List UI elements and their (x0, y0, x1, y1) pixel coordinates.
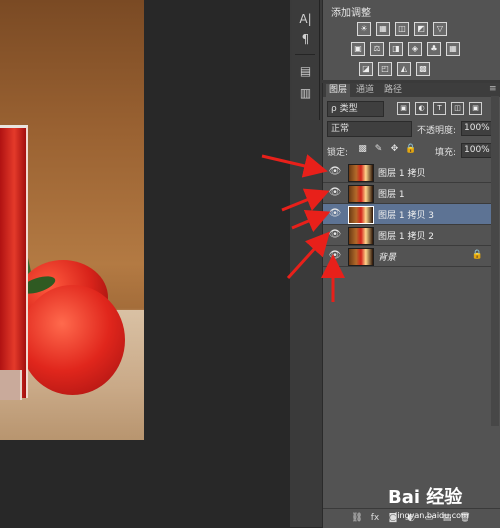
brightness-contrast-icon[interactable]: ☀ (357, 22, 371, 36)
watermark-logo: Bai 经验 (388, 487, 463, 508)
gradient-map-icon[interactable]: ▩ (416, 62, 430, 76)
layer-thumbnail (348, 227, 374, 245)
juice-glass (0, 125, 28, 398)
watermark-url: jingyan.baidu.com (395, 511, 469, 520)
layer-row[interactable]: 👁 图层 1 (323, 183, 493, 204)
eye-icon[interactable]: 👁 (328, 207, 342, 221)
exposure-icon[interactable]: ◩ (414, 22, 428, 36)
vibrance-icon[interactable]: ▽ (433, 22, 447, 36)
threshold-icon[interactable]: ◭ (397, 62, 411, 76)
channel-mixer-icon[interactable]: ♣ (427, 42, 441, 56)
layer-name: 图层 1 拷贝 (378, 169, 426, 179)
shape-filter-icon[interactable]: ◫ (451, 102, 464, 115)
blend-mode-select[interactable]: 正常 (327, 121, 412, 137)
eye-icon[interactable]: 👁 (328, 228, 342, 242)
layers-tab-bar: 图层 通道 路径 ≡ (323, 83, 500, 97)
layer-name: 图层 1 拷贝 3 (378, 211, 435, 221)
tab-channels[interactable]: 通道 (353, 84, 377, 97)
fill-label: 填充: (435, 148, 457, 158)
eye-icon[interactable]: 👁 (328, 186, 342, 200)
notes-panel-icon[interactable]: ▥ (296, 84, 315, 102)
layer-thumbnail (348, 164, 374, 182)
lock-transparent-icon[interactable]: ▩ (357, 144, 368, 155)
layer-row[interactable]: 👁 图层 1 拷贝 (323, 162, 493, 183)
paragraph-panel-icon[interactable]: ¶ (296, 30, 315, 48)
tomato-front (20, 285, 125, 395)
character-panel-icon[interactable]: A| (296, 10, 315, 28)
adjustments-row-2: ▣ ⚖ ◨ ◈ ♣ ▦ (351, 42, 460, 56)
levels-icon[interactable]: ▦ (376, 22, 390, 36)
lock-image-icon[interactable]: ✎ (373, 144, 384, 155)
layer-thumbnail (348, 248, 374, 266)
adjustments-title: 添加调整 (331, 8, 371, 19)
lock-fill-row: 锁定: ▩ ✎ ✥ 🔒 填充: 100% (327, 143, 499, 159)
history-panel-icon[interactable]: ▤ (296, 62, 315, 80)
layer-name: 背景 (378, 253, 397, 263)
color-lookup-icon[interactable]: ▦ (446, 42, 460, 56)
adjustment-filter-icon[interactable]: ◐ (415, 102, 428, 115)
curves-icon[interactable]: ◫ (395, 22, 409, 36)
layers-scrollbar[interactable] (491, 96, 499, 426)
layer-filter-row: ρ 类型 ▣ ◐ T ◫ ▣ (327, 101, 499, 117)
lock-all-icon[interactable]: 🔒 (405, 144, 416, 155)
pixel-filter-icon[interactable]: ▣ (397, 102, 410, 115)
layer-row-selected[interactable]: 👁 图层 1 拷贝 3 (323, 204, 493, 225)
document-canvas[interactable] (0, 0, 290, 527)
tab-paths[interactable]: 路径 (381, 84, 405, 97)
glass-base (0, 370, 22, 400)
blend-opacity-row: 正常 不透明度: 100% (327, 121, 499, 137)
toolbar-divider (295, 54, 315, 55)
fill-input[interactable]: 100% (461, 143, 493, 158)
layer-row-background[interactable]: 👁 背景 🔒 (323, 246, 493, 267)
panel-menu-icon[interactable]: ≡ (486, 83, 500, 96)
adjustments-panel: 添加调整 ☀ ▦ ◫ ◩ ▽ ▣ ⚖ ◨ ◈ ♣ ▦ ◪ ◰ ◭ ▩ (322, 0, 500, 80)
panel-dock-toolbar: A| ¶ ▤ ▥ (292, 0, 320, 120)
layers-panel: 图层 通道 路径 ≡ ρ 类型 ▣ ◐ T ◫ ▣ 正常 不透明度: 100% … (322, 83, 500, 528)
lock-position-icon[interactable]: ✥ (389, 144, 400, 155)
adjustments-row-1: ☀ ▦ ◫ ◩ ▽ (357, 22, 447, 36)
photo-filter-icon[interactable]: ◈ (408, 42, 422, 56)
layer-thumbnail (348, 185, 374, 203)
lock-label: 锁定: (327, 148, 349, 158)
invert-icon[interactable]: ◪ (359, 62, 373, 76)
smart-object-filter-icon[interactable]: ▣ (469, 102, 482, 115)
opacity-input[interactable]: 100% (461, 121, 493, 136)
layer-row[interactable]: 👁 图层 1 拷贝 2 (323, 225, 493, 246)
color-balance-icon[interactable]: ⚖ (370, 42, 384, 56)
lock-icon: 🔒 (471, 250, 483, 260)
link-layers-icon[interactable]: ⛓ (351, 512, 363, 524)
hue-saturation-icon[interactable]: ▣ (351, 42, 365, 56)
opacity-label: 不透明度: (417, 126, 457, 136)
layer-filter-kind-select[interactable]: ρ 类型 (327, 101, 384, 117)
layer-name: 图层 1 (378, 190, 405, 200)
posterize-icon[interactable]: ◰ (378, 62, 392, 76)
black-white-icon[interactable]: ◨ (389, 42, 403, 56)
layer-thumbnail (348, 206, 374, 224)
canvas-image (0, 0, 144, 440)
layer-style-icon[interactable]: fx (369, 512, 381, 524)
layer-name: 图层 1 拷贝 2 (378, 232, 435, 242)
type-filter-icon[interactable]: T (433, 102, 446, 115)
eye-icon[interactable]: 👁 (328, 249, 342, 263)
tab-layers[interactable]: 图层 (326, 84, 351, 97)
eye-icon[interactable]: 👁 (328, 165, 342, 179)
adjustments-row-3: ◪ ◰ ◭ ▩ (359, 62, 430, 76)
